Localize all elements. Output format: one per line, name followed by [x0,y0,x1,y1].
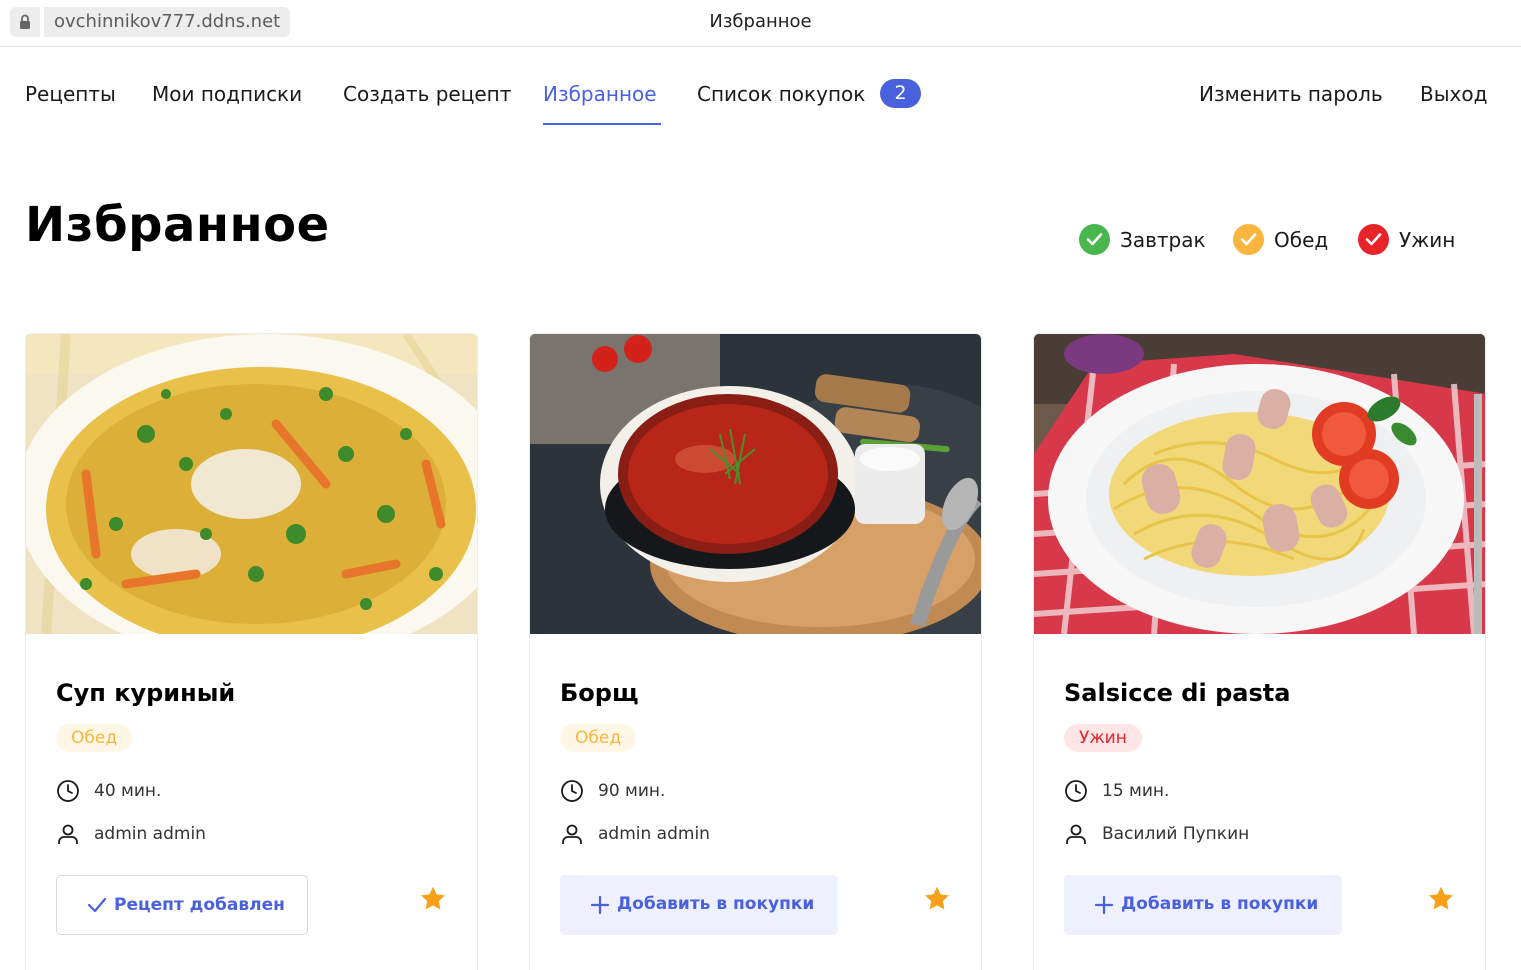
filter-label: Завтрак [1120,228,1206,252]
checkmark-icon [1079,224,1110,255]
author-name[interactable]: Василий Пупкин [1102,824,1249,844]
nav-logout[interactable]: Выход [1420,82,1487,106]
recipe-photo-borscht[interactable] [530,334,981,634]
add-to-shopping-button[interactable]: Добавить в покупки [560,875,838,935]
user-icon [58,824,78,844]
plus-icon [590,895,610,915]
nav-favorites[interactable]: Избранное [543,82,657,106]
checkmark-icon [1358,224,1389,255]
button-label: Добавить в покупки [1121,894,1319,914]
recipe-title[interactable]: Борщ [560,679,639,707]
recipe-card: Суп куриный Обед 40 мин. admin admin Рец… [25,333,478,970]
nav-shopping-list[interactable]: Список покупок [697,82,865,106]
nav-change-password[interactable]: Изменить пароль [1199,82,1383,106]
recipe-title[interactable]: Суп куриный [56,679,235,707]
page-title: Избранное [25,197,330,253]
window-title: Избранное [709,11,812,32]
checkmark-icon [1233,224,1264,255]
add-to-shopping-button[interactable]: Добавить в покупки [1064,875,1342,935]
recipe-card: Борщ Обед 90 мин. admin admin Добавить в… [529,333,982,970]
meal-tag: Обед [56,724,133,752]
cooking-time-value: 90 мин. [598,781,666,801]
clock-icon [1065,780,1087,802]
filter-lunch[interactable]: Обед [1233,224,1333,256]
meal-tag: Ужин [1064,724,1142,752]
cooking-time-value: 40 мин. [94,781,162,801]
browser-toolbar: ovchinnikov777.ddns.net Избранное [0,0,1521,47]
author-name[interactable]: admin admin [598,824,710,844]
check-icon [87,897,107,913]
main-nav: Рецепты Мои подписки Создать рецепт Избр… [0,48,1521,138]
recipe-photo-chicken-soup[interactable] [26,334,477,634]
recipe-card: Salsicce di pasta Ужин 15 мин. Василий П… [1033,333,1486,970]
clock-icon [57,780,79,802]
nav-create-recipe[interactable]: Создать рецепт [343,82,511,106]
author-name[interactable]: admin admin [94,824,206,844]
plus-icon [1094,895,1114,915]
meal-tag: Обед [560,724,637,752]
shopping-count-badge: 2 [880,79,921,108]
user-icon [562,824,582,844]
filter-dinner[interactable]: Ужин [1358,224,1458,256]
favorite-star-icon[interactable] [923,885,951,913]
favorite-star-icon[interactable] [1427,885,1455,913]
nav-subscriptions[interactable]: Мои подписки [152,82,302,106]
recipe-photo-pasta[interactable] [1034,334,1485,634]
recipe-title[interactable]: Salsicce di pasta [1064,679,1290,707]
nav-recipes[interactable]: Рецепты [25,82,116,106]
button-label: Рецепт добавлен [114,895,285,915]
nav-active-indicator [543,123,661,125]
button-label: Добавить в покупки [617,894,815,914]
user-icon [1066,824,1086,844]
cooking-time-value: 15 мин. [1102,781,1170,801]
clock-icon [561,780,583,802]
filter-label: Ужин [1399,228,1456,252]
favorite-star-icon[interactable] [419,885,447,913]
recipe-added-button[interactable]: Рецепт добавлен [56,875,308,935]
filter-breakfast[interactable]: Завтрак [1079,224,1209,256]
filter-label: Обед [1274,228,1329,252]
